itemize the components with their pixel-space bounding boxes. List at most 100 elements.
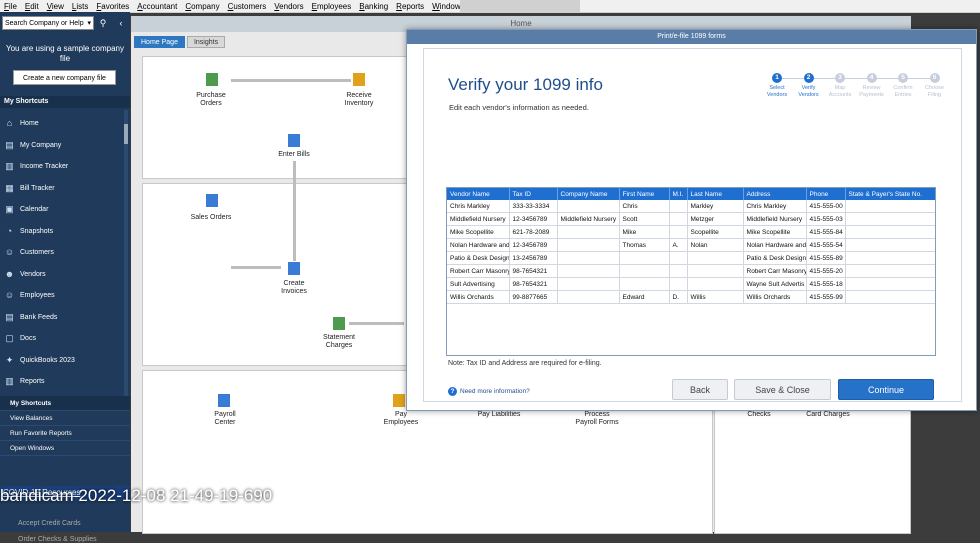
menu-customers[interactable]: Customers [224,2,271,11]
purchase-orders-icon[interactable] [206,73,218,86]
create-invoices-label[interactable]: Create Invoices [272,280,316,296]
table-row[interactable]: Middlefield Nursery 12-3456789 Middlefield… [447,212,935,226]
table-cell[interactable]: Willis Orchards [447,290,510,304]
table-cell[interactable]: Mike Scopellite [743,225,807,239]
receive-inventory-label[interactable]: Receive Inventory [337,92,381,108]
sidebar-item-quickbooks-2023[interactable]: ✦ QuickBooks 2023 [0,350,124,372]
table-cell[interactable] [845,277,935,291]
statement-charges-icon[interactable] [333,317,345,330]
table-cell[interactable]: Middlefield Nursery [447,212,510,226]
table-cell[interactable]: Willis [687,290,744,304]
column-header[interactable]: Address [743,188,807,200]
card-charges-label[interactable]: Card Charges [803,411,853,419]
menu-vendors[interactable]: Vendors [270,2,307,11]
table-cell[interactable]: Scopellite [687,225,744,239]
tab-insights[interactable]: Insights [186,36,226,48]
column-header[interactable]: Company Name [557,188,620,200]
table-cell[interactable]: 333-33-3334 [509,200,558,213]
save-close-button[interactable]: Save & Close [734,379,831,400]
table-cell[interactable]: 98-7654321 [509,277,558,291]
table-cell[interactable] [845,238,935,252]
table-cell[interactable]: Nolan Hardware and [743,238,807,252]
statement-charges-label[interactable]: Statement Charges [317,334,361,350]
search-icon[interactable]: ⚲ [96,16,110,30]
create-company-button[interactable]: Create a new company file [13,70,116,85]
table-cell[interactable]: Sult Advertising [447,277,510,291]
continue-button[interactable]: Continue [838,379,934,400]
table-cell[interactable] [557,225,620,239]
table-cell[interactable]: Willis Orchards [743,290,807,304]
table-cell[interactable] [669,225,688,239]
chevron-down-icon[interactable]: ▾ [87,17,91,31]
table-cell[interactable]: Chris [619,200,670,213]
sidebar-item-bank-feeds[interactable]: ▤ Bank Feeds [0,307,124,329]
table-cell[interactable] [619,277,670,291]
table-row[interactable]: Patio & Desk Design 13-2456789 Patio & Des… [447,251,935,265]
table-cell[interactable] [669,212,688,226]
column-header[interactable]: Phone [806,188,846,200]
enter-bills-label[interactable]: Enter Bills [272,151,316,159]
table-cell[interactable] [557,238,620,252]
table-cell[interactable]: 12-3456789 [509,238,558,252]
collapse-left-icon[interactable]: ‹ [114,16,128,30]
column-header[interactable]: First Name [619,188,670,200]
menu-favorites[interactable]: Favorites [92,2,133,11]
table-cell[interactable]: Metzger [687,212,744,226]
table-cell[interactable] [845,251,935,265]
back-button[interactable]: Back [672,379,728,400]
accept-credit-cards-link[interactable]: Accept Credit Cards [18,520,81,527]
tab-home-page[interactable]: Home Page [134,36,185,48]
menu-company[interactable]: Company [181,2,223,11]
table-cell[interactable]: Middlefield Nursery [557,212,620,226]
table-cell[interactable]: Chris Markley [743,200,807,213]
table-row[interactable]: Chris Markley 333-33-3334 Chris Markley Chri… [447,200,935,213]
table-cell[interactable]: Nolan Hardware and [447,238,510,252]
scrollbar-thumb[interactable] [124,124,128,144]
table-cell[interactable]: Edward [619,290,670,304]
table-cell[interactable]: 415-555-99 [806,290,846,304]
table-cell[interactable]: 415-555-54 [806,238,846,252]
table-cell[interactable] [557,277,620,291]
nav-scrollbar[interactable] [124,110,128,400]
menu-accountant[interactable]: Accountant [133,2,181,11]
table-cell[interactable] [669,251,688,265]
table-cell[interactable]: Patio & Desk Design [743,251,807,265]
table-row[interactable]: Robert Carr Masonry 98-7654321 Robert Carr… [447,264,935,278]
table-cell[interactable]: Robert Carr Masonry [743,264,807,278]
table-cell[interactable] [687,251,744,265]
column-header[interactable]: Vendor Name [447,188,510,200]
table-cell[interactable] [669,264,688,278]
table-cell[interactable]: Middlefield Nursery [743,212,807,226]
table-cell[interactable]: Patio & Desk Design [447,251,510,265]
payroll-center-icon[interactable] [218,394,230,407]
order-checks-link[interactable]: Order Checks & Supplies [18,536,97,543]
sidebar-item-bill-tracker[interactable]: ▦ Bill Tracker [0,178,124,200]
table-cell[interactable] [619,251,670,265]
table-row[interactable]: Sult Advertising 98-7654321 Wayne Sult Adv… [447,277,935,291]
menu-reports[interactable]: Reports [392,2,428,11]
table-cell[interactable] [557,200,620,213]
table-cell[interactable]: Nolan [687,238,744,252]
table-row[interactable]: Willis Orchards 99-8877665 Edward D. Willis W… [447,290,935,304]
table-cell[interactable] [845,290,935,304]
search-company-input[interactable]: Search Company or Help ▾ [2,16,94,30]
sales-orders-icon[interactable] [206,194,218,207]
sidebar-item-my-company[interactable]: ▤ My Company [0,135,124,157]
table-cell[interactable]: 415-555-00 [806,200,846,213]
purchase-orders-label[interactable]: Purchase Orders [189,92,233,108]
table-cell[interactable] [557,251,620,265]
menu-lists[interactable]: Lists [68,2,92,11]
table-cell[interactable]: 621-78-2089 [509,225,558,239]
menu-employees[interactable]: Employees [308,2,356,11]
table-cell[interactable]: 415-555-20 [806,264,846,278]
pay-liabilities-label[interactable]: Pay Liabilities [477,411,521,419]
lower-nav-my-shortcuts[interactable]: My Shortcuts [0,396,130,411]
lower-nav-open-windows[interactable]: Open Windows [0,441,130,456]
pay-employees-icon[interactable] [393,394,405,407]
table-cell[interactable]: 99-8877665 [509,290,558,304]
table-cell[interactable]: Wayne Sult Advertis [743,277,807,291]
sidebar-item-reports[interactable]: ▥ Reports [0,371,124,393]
table-cell[interactable]: Mike Scopellite [447,225,510,239]
create-invoices-icon[interactable] [288,262,300,275]
sidebar-item-snapshots[interactable]: ◔ Snapshots [0,221,124,243]
